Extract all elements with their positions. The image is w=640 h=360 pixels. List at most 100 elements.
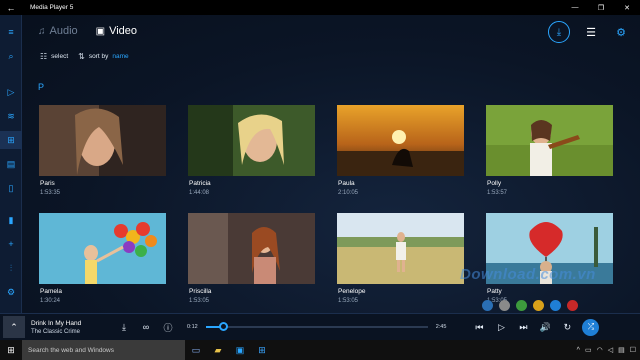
video-duration: 1:53:57 <box>487 190 508 196</box>
music-icon: ♫ <box>38 25 46 37</box>
seek-handle[interactable] <box>219 322 229 331</box>
list-icon[interactable]: ☰ <box>582 21 600 43</box>
tab-video[interactable]: ▣ Video <box>96 25 137 37</box>
grid-icon[interactable]: ⊞ <box>0 131 22 149</box>
color-dot <box>516 300 527 311</box>
color-dot <box>567 300 578 311</box>
select-button[interactable]: ☷ select <box>40 52 68 61</box>
add-icon[interactable]: + <box>0 235 22 253</box>
select-label: select <box>51 53 69 60</box>
seek-track <box>205 326 428 328</box>
next-icon[interactable]: ⏭ <box>512 316 534 338</box>
download-icon[interactable]: ⤓ <box>548 21 570 43</box>
back-icon[interactable]: ← <box>0 0 22 15</box>
sort-button[interactable]: ⇅ sort by name <box>78 52 128 61</box>
close-button[interactable]: ✕ <box>614 0 640 15</box>
play-icon[interactable]: ▷ <box>490 316 512 338</box>
media-tabs: ♫ Audio ▣ Video <box>38 25 137 37</box>
download-icon[interactable]: ⤓ <box>113 316 135 338</box>
video-duration: 1:30:24 <box>40 298 61 304</box>
notification-icon[interactable]: ^ <box>577 347 580 354</box>
task-view-icon[interactable]: ▭ <box>185 340 207 360</box>
maximize-button[interactable]: ❐ <box>588 0 614 15</box>
current-time: 0:12 <box>187 324 198 330</box>
menu-icon[interactable]: ≡ <box>0 23 22 41</box>
video-duration: 1:53:35 <box>40 190 61 196</box>
tab-audio[interactable]: ♫ Audio <box>38 25 78 37</box>
color-dot <box>533 300 544 311</box>
sort-value[interactable]: name <box>112 53 128 60</box>
video-title: Paula <box>338 180 355 187</box>
video-duration: 2:10:05 <box>338 190 359 196</box>
video-thumbnail-patricia[interactable] <box>188 105 315 176</box>
color-dot <box>499 300 510 311</box>
select-icon: ☷ <box>40 52 48 61</box>
video-thumbnail-polly[interactable] <box>486 105 613 176</box>
color-dot <box>482 300 493 311</box>
system-tray: ^ ▭ ◠ ◁ ▤ ☐ <box>577 346 640 355</box>
video-icon: ▣ <box>95 25 106 37</box>
video-thumbnail-priscilla[interactable] <box>188 213 315 284</box>
group-header: P <box>38 82 45 92</box>
window-title: Media Player 5 <box>30 4 74 11</box>
video-duration: 1:53:05 <box>338 298 359 304</box>
video-thumbnail-paris[interactable] <box>39 105 166 176</box>
action-center-icon[interactable]: ☐ <box>630 346 636 354</box>
top-actions: ⤓ ☰ ⚙ <box>548 21 630 43</box>
search-icon[interactable]: ⌕ <box>0 47 22 65</box>
video-title: Patricia <box>189 180 211 187</box>
track-artist: The Classic Crime <box>31 328 81 335</box>
playlist-icon[interactable]: ≋ <box>0 107 22 125</box>
loop-icon[interactable]: ∞ <box>135 316 157 338</box>
video-title: Pamela <box>40 288 63 295</box>
previous-icon[interactable]: ⏮ <box>468 316 490 338</box>
store-icon[interactable]: ▣ <box>229 340 251 360</box>
speaker-icon[interactable]: ◁ <box>608 346 613 354</box>
video-thumbnail-penelope[interactable] <box>337 213 464 284</box>
seek-slider[interactable] <box>205 322 428 332</box>
folder-icon[interactable]: ▰ <box>207 340 229 360</box>
now-playing-bar: ⌃ Drink In My Hand The Classic Crime ⤓ ∞… <box>0 313 640 340</box>
video-title: Priscilla <box>189 288 212 295</box>
taskbar-search[interactable]: Search the web and Windows <box>22 340 185 360</box>
keyboard-icon[interactable]: ▤ <box>618 346 625 354</box>
video-duration: 1:44:08 <box>189 190 210 196</box>
video-title: Polly <box>487 180 502 187</box>
shuffle-icon[interactable]: ⤮ <box>582 318 600 336</box>
video-title: Penelope <box>338 288 366 295</box>
tab-video-label: Video <box>109 25 138 37</box>
track-info: Drink In My Hand The Classic Crime <box>31 320 113 335</box>
album-icon[interactable]: ▤ <box>0 155 22 173</box>
video-duration: 1:53:05 <box>189 298 210 304</box>
network-icon[interactable]: ◠ <box>597 346 603 354</box>
repeat-icon[interactable]: ↻ <box>556 316 578 338</box>
gear-icon[interactable]: ⚙ <box>612 21 630 43</box>
video-thumbnail-pamela[interactable] <box>39 213 166 284</box>
device-icon[interactable]: ▯ <box>0 179 22 197</box>
volume-icon[interactable]: 🔊 <box>534 316 556 338</box>
battery-icon[interactable]: ▭ <box>585 346 592 354</box>
video-title: Patty <box>487 288 502 295</box>
toolbar: ☷ select ⇅ sort by name <box>40 52 129 61</box>
left-rail: ≡ ⌕ ▷ ≋ ⊞ ▤ ▯ ▮ + ⫶ ⚙ <box>0 15 22 313</box>
tablet-icon[interactable]: ▮ <box>0 211 22 229</box>
color-dots <box>482 300 578 311</box>
video-thumbnail-paula[interactable] <box>337 105 464 176</box>
title-bar: ← Media Player 5 — ❐ ✕ <box>0 0 640 15</box>
tab-audio-label: Audio <box>49 25 78 37</box>
info-icon[interactable]: ⓘ <box>157 316 179 338</box>
settings-icon[interactable]: ⚙ <box>0 283 22 301</box>
equalizer-icon[interactable]: ⫶ <box>0 259 22 277</box>
taskbar: ⊞ Search the web and Windows ▭ ▰ ▣ ⊞ ^ ▭… <box>0 340 640 360</box>
play-icon[interactable]: ▷ <box>0 83 22 101</box>
windows-icon[interactable]: ⊞ <box>251 340 273 360</box>
start-icon[interactable]: ⊞ <box>0 340 22 360</box>
total-time: 2:45 <box>435 324 447 330</box>
expand-button[interactable]: ⌃ <box>3 316 25 338</box>
minimize-button[interactable]: — <box>562 0 588 15</box>
sort-label: sort by <box>88 53 109 60</box>
track-title: Drink In My Hand <box>31 319 82 327</box>
watermark-logo: Download.com.vn <box>460 266 596 283</box>
color-dot <box>550 300 561 311</box>
video-title: Paris <box>40 180 55 187</box>
